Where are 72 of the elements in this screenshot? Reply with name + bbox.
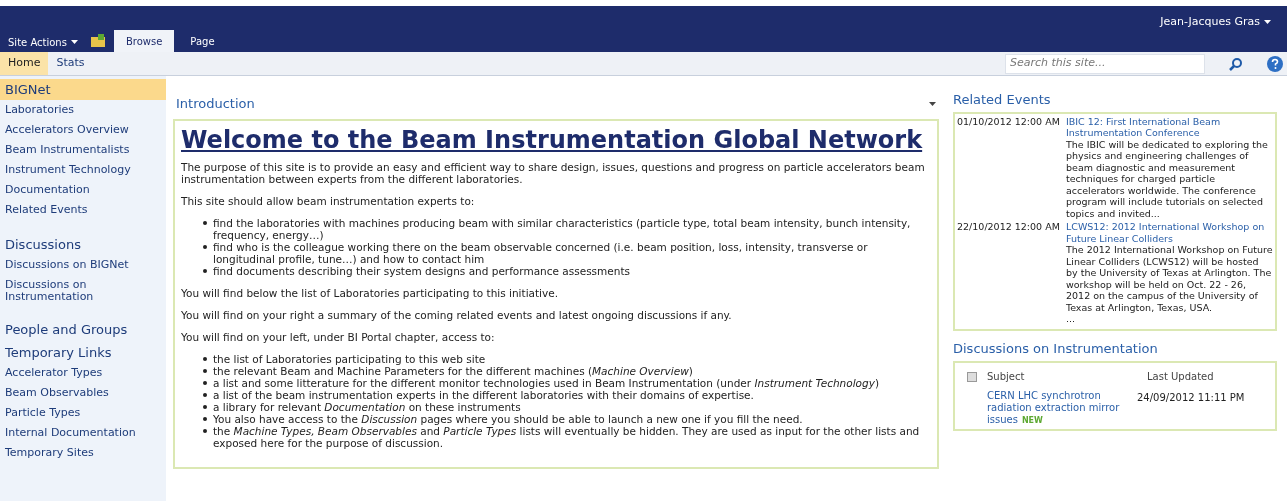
help-icon[interactable] bbox=[1267, 55, 1283, 72]
list-item: the Machine Types, Beam Observables and Particle Types lists will eventually be hidden. They are used as input for the other lists and exposed here for the purpose of discussion. bbox=[213, 424, 921, 449]
list-item: the list of Laboratories participating to this web site bbox=[213, 352, 486, 365]
bullet-icon bbox=[203, 368, 207, 373]
event-description: The IBIC will be dedicated to exploring the physics and engineering challenges of beam diagnostic and measurement techniques for charged particle accelerators worldwide. The conference program will include tutorials on selected topics and invited... bbox=[1066, 138, 1269, 219]
caret-icon bbox=[70, 40, 78, 44]
sidebar-item[interactable]: Related Events bbox=[0, 200, 166, 220]
bullet-icon bbox=[203, 356, 207, 361]
paragraph: This site should allow beam instrumentation experts to: bbox=[181, 194, 476, 207]
sidebar-item[interactable]: Discussions on BIGNet bbox=[0, 255, 166, 275]
caret-icon bbox=[929, 101, 936, 106]
new-label: NEW bbox=[1021, 416, 1043, 425]
event-description: The 2012 International Workshop on Future Linear Colliders (LCWS12) will be hosted by the University of Texas at Arlington. The workshop will be held on Oct. 22 - 26, 2012 on the campus of the University of Texas at Arlington, Texas, USA. bbox=[1066, 244, 1273, 313]
sidebar-item[interactable]: Laboratories bbox=[0, 100, 166, 120]
sidebar-item[interactable]: Accelerator Types bbox=[0, 363, 166, 383]
list-item: the relevant Beam and Machine Parameters for the different machines (Machine Overview) bbox=[213, 364, 693, 377]
caret-icon bbox=[1264, 20, 1271, 25]
page-heading: Welcome to the Beam Instrumentation Global Network bbox=[181, 124, 924, 155]
search-icon[interactable] bbox=[1229, 56, 1243, 71]
sidebar-item[interactable]: Particle Types bbox=[0, 403, 166, 423]
paragraph: You will find on your left, under BI Portal chapter, access to: bbox=[181, 330, 496, 343]
search-input[interactable]: Search this site... bbox=[1010, 55, 1200, 72]
bullet-icon bbox=[203, 404, 207, 409]
bullet-icon bbox=[203, 416, 207, 421]
sidebar-item[interactable]: Temporary Sites bbox=[0, 443, 166, 463]
sidebar-item[interactable]: Beam Instrumentalists bbox=[0, 140, 166, 160]
more-text: ... bbox=[1066, 313, 1077, 325]
search-field[interactable]: Search this site... bbox=[1005, 53, 1205, 74]
ribbon-tab[interactable]: Page bbox=[178, 30, 227, 52]
list-item: find the laboratories with machines producing beam with similar characteristics (particle type, total beam intensity, bunch intensity, frequency, energy…) bbox=[213, 216, 912, 241]
event-date: 01/10/2012 12:00 AM bbox=[957, 115, 1061, 129]
site-actions-menu[interactable]: Site Actions bbox=[0, 32, 86, 52]
list-item: You also have access to the Discussion pages where you should be able to launch a new one if you fill the need. bbox=[213, 412, 803, 425]
bullet-icon bbox=[203, 428, 207, 433]
list-item: a list and some litterature for the different monitor technologies used in Beam Instrumentation (under Instrument Technology) bbox=[213, 376, 879, 389]
sidebar-item[interactable]: Internal Documentation bbox=[0, 423, 166, 443]
folder-icon[interactable] bbox=[89, 34, 106, 48]
sidebar-item[interactable]: Accelerators Overview bbox=[0, 120, 166, 140]
section-title: Introduction bbox=[176, 95, 255, 113]
paragraph: The purpose of this site is to provide an easy and efficient way to share design, issues, questions and progress on particle accelerators beam instrumentation between experts from the different laboratories. bbox=[181, 160, 926, 185]
sidebar-item[interactable]: Beam Observables bbox=[0, 383, 166, 403]
sidebar-item[interactable]: Instrument Technology bbox=[0, 160, 166, 180]
bullet-icon bbox=[203, 268, 207, 273]
bullet-icon bbox=[203, 244, 207, 249]
sidebar-heading[interactable]: Discussions bbox=[0, 234, 166, 255]
event-title-link[interactable]: IBIC 12: First International Beam Instrumentation Conference bbox=[1066, 115, 1273, 139]
list-item: find documents describing their system designs and performance assessments bbox=[213, 264, 631, 277]
table-cell-text: 24/09/2012 11:11 PM bbox=[1137, 391, 1245, 405]
paragraph: You will find below the list of Laboratories participating to this initiative. bbox=[181, 286, 560, 299]
nav-link[interactable]: Home bbox=[0, 52, 49, 75]
paragraph: You will find on your right a summary of the coming related events and latest ongoing discussions if any. bbox=[181, 308, 733, 321]
column-header[interactable]: Subject bbox=[987, 369, 1147, 384]
event-date: 22/10/2012 12:00 AM bbox=[957, 221, 1061, 234]
section-title: Related Events bbox=[953, 91, 1052, 109]
sidebar-heading[interactable]: Temporary Links bbox=[0, 342, 166, 363]
discussion-link[interactable]: CERN LHC synchrotron radiation extraction mirror issues NEW bbox=[987, 390, 1137, 427]
sidebar-item[interactable]: Discussions on Instrumentation bbox=[0, 275, 166, 307]
select-all-checkbox[interactable] bbox=[967, 371, 977, 382]
sidebar-heading[interactable]: People and Groups bbox=[0, 319, 166, 340]
bullet-icon bbox=[203, 392, 207, 397]
sidebar-item[interactable]: Documentation bbox=[0, 180, 166, 200]
list-item: a list of the beam instrumentation experts in the different laboratories with their domains of expertise. bbox=[213, 388, 754, 401]
sidebar-heading[interactable]: BIGNet bbox=[0, 79, 166, 100]
user-menu[interactable]: Jean-Jacques Gras bbox=[1160, 14, 1271, 31]
bullet-icon bbox=[203, 380, 207, 385]
section-title: Discussions on Instrumentation bbox=[953, 339, 1159, 358]
event-title-link[interactable]: LCWS12: 2012 International Workshop on Future Linear Colliders bbox=[1066, 221, 1273, 244]
column-header[interactable]: Last Updated bbox=[1147, 369, 1214, 384]
ribbon-tab[interactable]: Browse bbox=[113, 30, 175, 52]
list-item: a library for relevant Documentation on these instruments bbox=[213, 400, 521, 413]
bullet-icon bbox=[203, 220, 207, 225]
nav-link[interactable]: Stats bbox=[48, 52, 93, 75]
